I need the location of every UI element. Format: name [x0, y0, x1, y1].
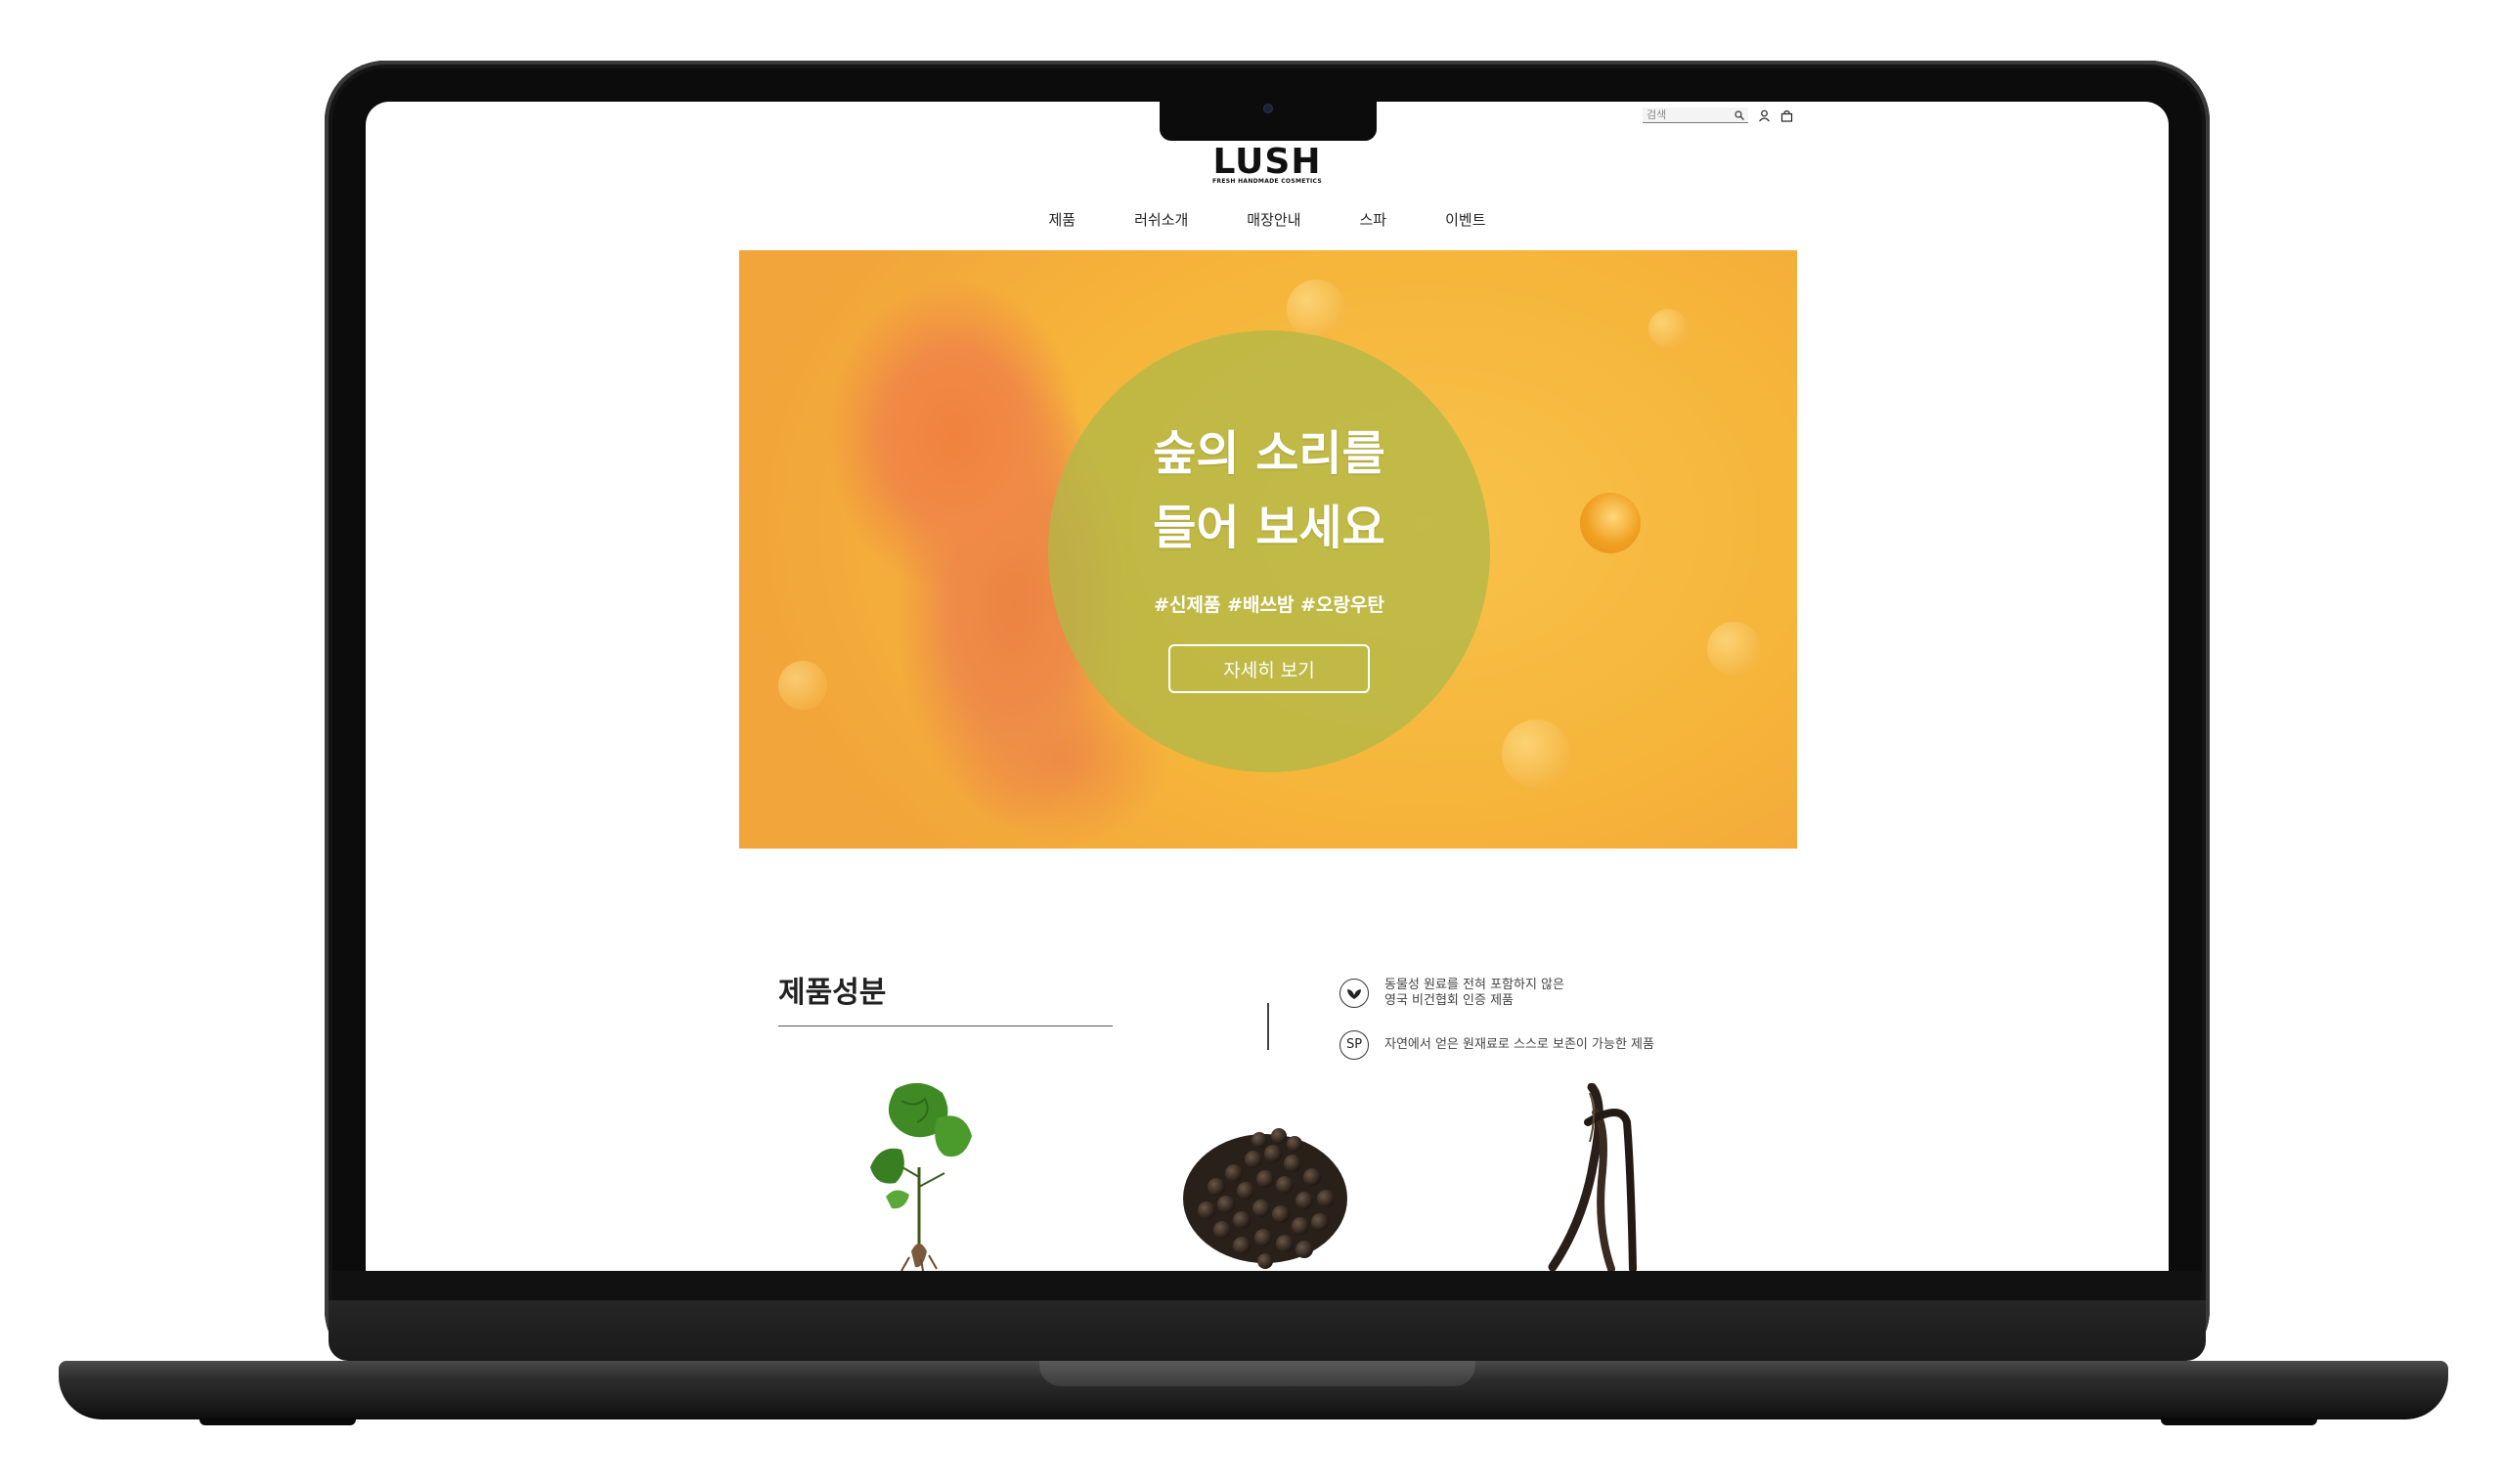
search-icon[interactable]: [1735, 109, 1744, 120]
laptop-opening-notch: [1039, 1361, 1475, 1386]
oil-droplet: [1580, 493, 1641, 553]
nav-item-spa[interactable]: 스파: [1360, 209, 1387, 230]
browser-viewport: LUSH FRESH HANDMADE COSMETICS 제품 러쉬소개 매장…: [366, 102, 2169, 1271]
legend-line: 자연에서 얻은 원재료로 스스로 보존이 가능한 제품: [1384, 1037, 1654, 1052]
laptop-foot: [2161, 1418, 2317, 1425]
logo-tagline: FRESH HANDMADE COSMETICS: [1212, 178, 1322, 185]
plant-image: [870, 1082, 972, 1271]
section-divider: [1267, 1003, 1269, 1050]
legend-vegan: 동물성 원료를 전혀 포함하지 않은 영국 비건협회 인증 제품: [1339, 978, 1564, 1009]
webcam-icon: [1263, 104, 1273, 113]
laptop-chin: [332, 1271, 2202, 1300]
foam-bubble: [1287, 280, 1345, 338]
sp-badge-icon: SP: [1339, 1030, 1369, 1060]
vegan-leaf-icon: [1339, 979, 1369, 1008]
legend-text: 동물성 원료를 전혀 포함하지 않은 영국 비건협회 인증 제품: [1384, 978, 1564, 1009]
hero-title-line: 숲의 소리를: [1153, 426, 1385, 481]
hero-title: 숲의 소리를 들어 보세요: [1153, 416, 1385, 565]
foam-bubble: [1502, 720, 1570, 788]
brand-logo[interactable]: LUSH FRESH HANDMADE COSMETICS: [366, 142, 2169, 186]
camera-notch: [1160, 102, 1377, 141]
nav-item-stores[interactable]: 매장안내: [1247, 209, 1300, 230]
hero-hashtags: #신제품 #배쓰밤 #오랑우탄: [1154, 594, 1384, 616]
nav-item-events[interactable]: 이벤트: [1445, 209, 1485, 230]
legend-line: 영국 비건협회 인증 제품: [1384, 993, 1514, 1008]
hero-banner: 숲의 소리를 들어 보세요 #신제품 #배쓰밤 #오랑우탄 자세히 보기: [739, 250, 1797, 849]
ingredients-heading: 제품성분: [778, 976, 887, 1010]
laptop-foot: [199, 1418, 356, 1425]
foam-bubble: [778, 661, 827, 710]
peppercorn-image: [1183, 1128, 1347, 1269]
foam-bubble: [1707, 622, 1761, 676]
utility-bar: [1643, 108, 1793, 123]
vanilla-pod-image: [1548, 1083, 1637, 1271]
shopping-bag-icon[interactable]: [1780, 109, 1793, 122]
foam-bubble: [1648, 309, 1688, 348]
laptop-hinge: [329, 1300, 2206, 1361]
nav-item-products[interactable]: 제품: [1048, 209, 1076, 230]
search-field[interactable]: [1643, 108, 1748, 123]
legend-line: 동물성 원료를 전혀 포함하지 않은: [1384, 978, 1564, 992]
legend-self-preserving: SP 자연에서 얻은 원재료로 스스로 보존이 가능한 제품: [1339, 1030, 1654, 1060]
main-navigation: 제품 러쉬소개 매장안내 스파 이벤트: [366, 209, 2169, 230]
search-input[interactable]: [1647, 109, 1725, 121]
logo-wordmark: LUSH: [1212, 142, 1322, 182]
hero-text-circle: 숲의 소리를 들어 보세요 #신제품 #배쓰밤 #오랑우탄 자세히 보기: [1048, 330, 1490, 772]
nav-item-about[interactable]: 러쉬소개: [1134, 209, 1188, 230]
user-icon[interactable]: [1758, 109, 1771, 122]
see-more-button[interactable]: 자세히 보기: [1168, 644, 1370, 693]
hero-title-line: 들어 보세요: [1153, 501, 1385, 555]
